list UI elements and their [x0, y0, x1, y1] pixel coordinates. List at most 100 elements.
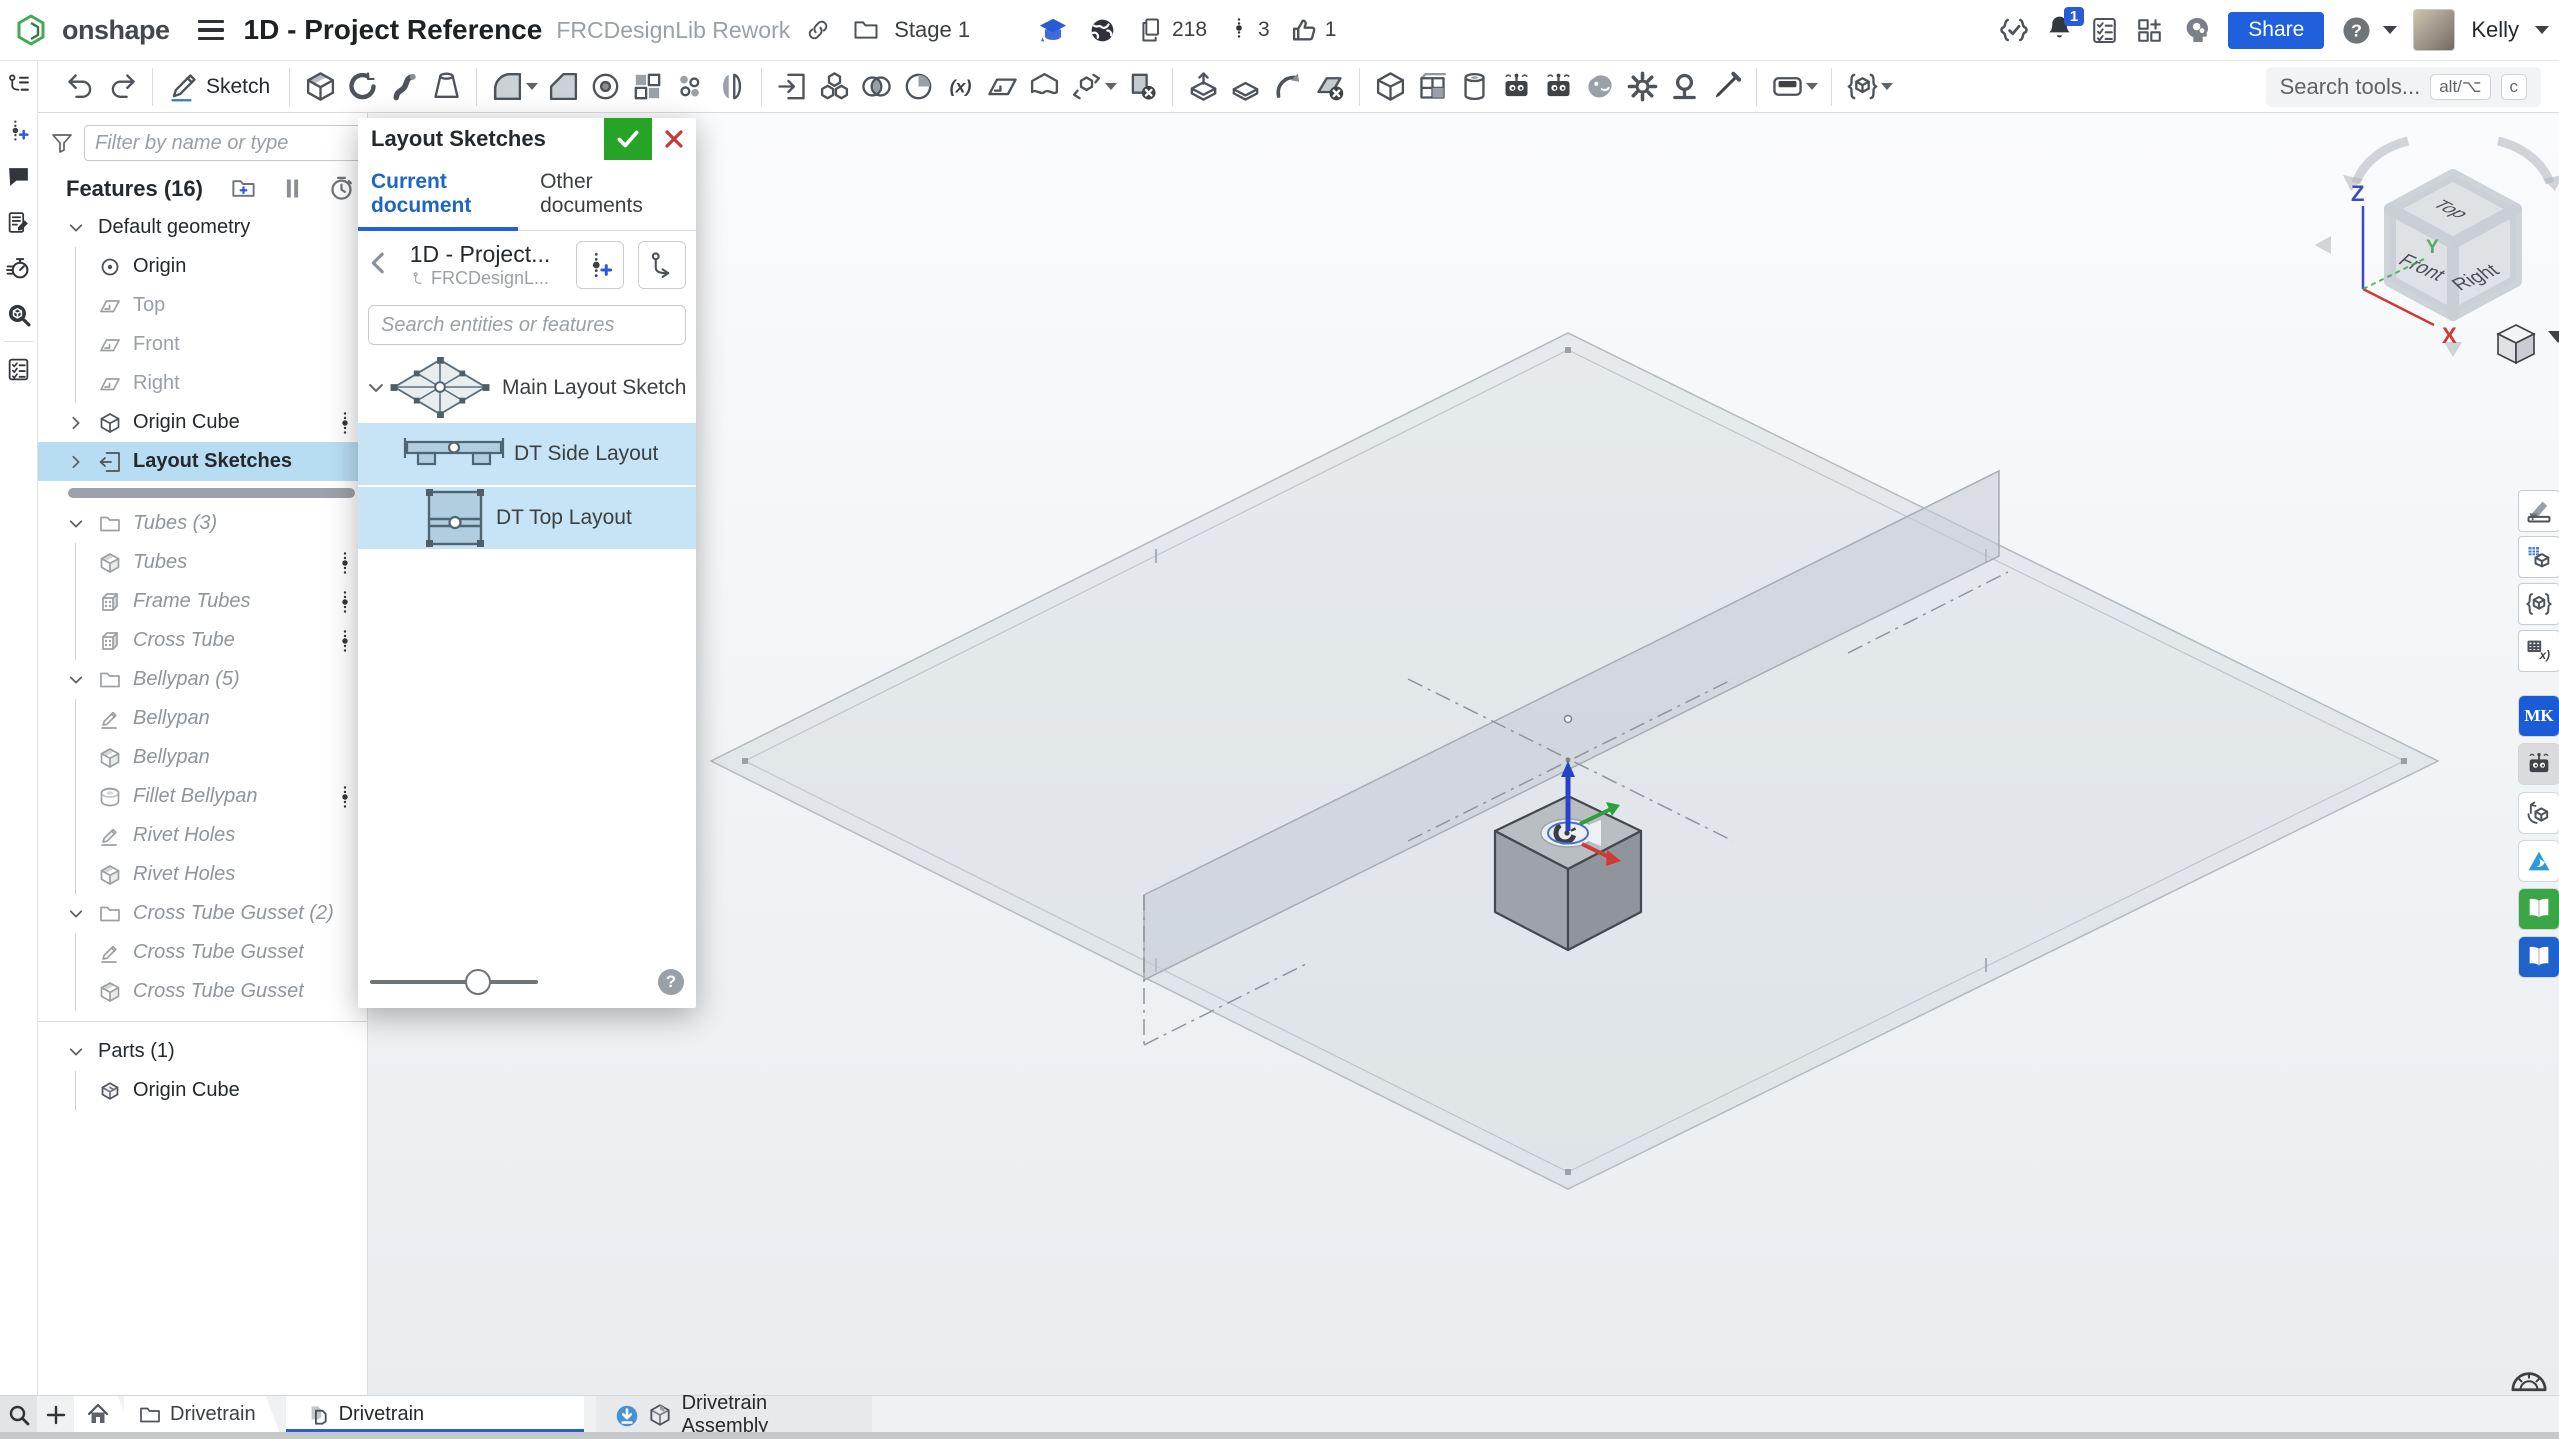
entity-search-input[interactable]	[368, 305, 686, 345]
toolbar-sphere-pattern-icon[interactable]	[668, 66, 710, 108]
rail-performance-icon[interactable]	[0, 245, 37, 291]
toolbar-name-tag-caret-icon[interactable]	[1806, 83, 1818, 90]
feature-row-origin-cube[interactable]: Origin Cube	[38, 1071, 367, 1110]
feature-menu-icon[interactable]	[337, 410, 353, 436]
feature-row-default-geometry[interactable]: Default geometry	[38, 208, 367, 247]
insert-version-button[interactable]	[576, 241, 624, 289]
toolbar-undo-icon[interactable]	[59, 66, 101, 108]
tasks-icon[interactable]	[2090, 16, 2119, 45]
toolbar-beaver-tool-icon[interactable]	[1579, 66, 1621, 108]
3d-viewport[interactable]: Top Front Right Z X Y	[368, 113, 2559, 1395]
toolbar-transform-icon[interactable]	[1065, 66, 1107, 108]
feature-row-cross-tube-gusset[interactable]: Cross Tube Gusset	[38, 972, 367, 1011]
feature-history-icon[interactable]	[328, 175, 355, 202]
search-tools[interactable]: Search tools... alt/⌥ c	[2266, 67, 2541, 107]
toolbar-sketch-icon[interactable]	[162, 66, 204, 108]
feature-row-tubes-3-[interactable]: Tubes (3)	[38, 504, 367, 543]
toolbar-derived-icon[interactable]	[771, 66, 813, 108]
toolbar-redo-icon[interactable]	[101, 66, 143, 108]
add-folder-icon[interactable]	[230, 175, 257, 202]
toolbar-sweep-icon[interactable]	[383, 66, 425, 108]
feature-row-layout-sketches[interactable]: Layout Sketches	[38, 442, 367, 481]
toolbar-marker-tool-icon[interactable]	[1705, 66, 1747, 108]
feature-row-origin-cube[interactable]: Origin Cube	[38, 403, 367, 442]
feature-menu-icon[interactable]	[337, 628, 353, 654]
feature-row-cross-tube[interactable]: Cross Tube	[38, 621, 367, 660]
tab-current-document[interactable]: Current document	[371, 160, 518, 230]
feature-row-top[interactable]: Top	[38, 286, 367, 325]
appearance-panel-icon[interactable]	[2518, 490, 2559, 532]
filter-icon[interactable]	[50, 131, 74, 155]
rail-versions-history-icon[interactable]	[0, 61, 37, 107]
rail-document-notes-icon[interactable]	[0, 199, 37, 245]
chevron-down-icon[interactable]	[65, 669, 87, 691]
rollback-bar[interactable]	[68, 488, 355, 498]
toolbar-enclose-icon[interactable]	[1023, 66, 1065, 108]
mkcad-app-icon[interactable]: MK	[2518, 695, 2559, 737]
dialog-item-dt-top-layout[interactable]: DT Top Layout	[358, 485, 696, 549]
chevron-right-icon[interactable]	[65, 451, 87, 473]
main-menu-icon[interactable]	[198, 20, 224, 40]
toolbar-boolean-icon[interactable]	[855, 66, 897, 108]
toolbar-extrude-icon[interactable]	[299, 66, 341, 108]
public-icon[interactable]	[1088, 16, 1117, 45]
toolbar-variable-icon[interactable]: (x)	[939, 66, 981, 108]
toolbar-cylinder-primitive-icon[interactable]	[1453, 66, 1495, 108]
feature-row-cross-tube-gusset[interactable]: Cross Tube Gusset	[38, 933, 367, 972]
chevron-down-icon[interactable]	[65, 1041, 87, 1063]
likes-stat[interactable]: 1	[1290, 16, 1337, 44]
feature-row-bellypan[interactable]: Bellypan	[38, 699, 367, 738]
copies-stat[interactable]: 218	[1137, 16, 1207, 44]
robot-app-icon[interactable]	[2518, 743, 2559, 785]
home-tab[interactable]	[74, 1396, 132, 1433]
toolbar-mate-connector-tool-icon[interactable]	[1663, 66, 1705, 108]
toolbar-chamfer-icon[interactable]	[542, 66, 584, 108]
rail-comments-icon[interactable]	[0, 153, 37, 199]
notifications-button[interactable]: 1	[2045, 13, 2074, 47]
tab-drivetrain-assembly[interactable]: Drivetrain Assembly	[596, 1396, 872, 1433]
toolbar-fillet-caret-icon[interactable]	[526, 83, 538, 90]
workspace-label[interactable]: Stage 1	[894, 17, 970, 43]
feature-row-tubes[interactable]: Tubes	[38, 543, 367, 582]
feature-menu-icon[interactable]	[337, 784, 353, 810]
apps-icon[interactable]	[2135, 16, 2164, 45]
toolbar-custom-feature-caret-icon[interactable]	[1881, 83, 1893, 90]
new-tab-button[interactable]	[37, 1396, 74, 1433]
toolbar-plane-icon[interactable]	[981, 66, 1023, 108]
custom-table-icon[interactable]	[2518, 583, 2559, 625]
blue-library-app-icon[interactable]	[2518, 936, 2559, 978]
view-options-button[interactable]	[2498, 325, 2559, 363]
branch-graph-button[interactable]	[638, 241, 686, 289]
bom-table-icon[interactable]	[2518, 536, 2559, 578]
toolbar-composite-part-icon[interactable]	[813, 66, 855, 108]
search-tabs-button[interactable]	[0, 1396, 37, 1433]
toolbar-linear-pattern-icon[interactable]	[626, 66, 668, 108]
filter-input[interactable]	[84, 125, 368, 161]
dialog-item-dt-side-layout[interactable]: DT Side Layout	[358, 421, 696, 485]
cancel-button[interactable]	[652, 118, 696, 160]
chevron-down-icon[interactable]	[65, 217, 87, 239]
rail-search-in-document-icon[interactable]	[0, 291, 37, 337]
view-cube[interactable]: Top Front Right Z X Y	[2315, 141, 2559, 363]
feature-row-right[interactable]: Right	[38, 364, 367, 403]
breadcrumb-folder-tab[interactable]: Drivetrain	[124, 1396, 280, 1433]
feature-row-cross-tube-gusset-2-[interactable]: Cross Tube Gusset (2)	[38, 894, 367, 933]
document-title[interactable]: 1D - Project Reference	[244, 14, 543, 46]
rail-create-version-icon[interactable]	[0, 107, 37, 153]
toolbar-loft-icon[interactable]	[425, 66, 467, 108]
chevron-right-icon[interactable]	[65, 412, 87, 434]
ai-advisor-icon[interactable]	[2180, 14, 2212, 46]
slider-thumb[interactable]	[465, 969, 491, 995]
view-options-caret-icon[interactable]	[2548, 331, 2559, 343]
back-chevron-icon[interactable]	[364, 248, 398, 282]
feature-row-rivet-holes[interactable]: Rivet Holes	[38, 816, 367, 855]
toolbar-featurescript-robot-1-icon[interactable]	[1495, 66, 1537, 108]
dialog-document-name[interactable]: 1D - Project...	[398, 241, 562, 268]
toolbar-mirror-icon[interactable]	[710, 66, 752, 108]
toolbar-split-part-icon[interactable]	[897, 66, 939, 108]
exploded-view-app-icon[interactable]	[2518, 792, 2559, 834]
avatar[interactable]	[2413, 9, 2455, 51]
feature-row-frame-tubes[interactable]: Frame Tubes	[38, 582, 367, 621]
toolbar-delete-part-icon[interactable]	[1121, 66, 1163, 108]
toolbar-export-icon[interactable]	[1182, 66, 1224, 108]
